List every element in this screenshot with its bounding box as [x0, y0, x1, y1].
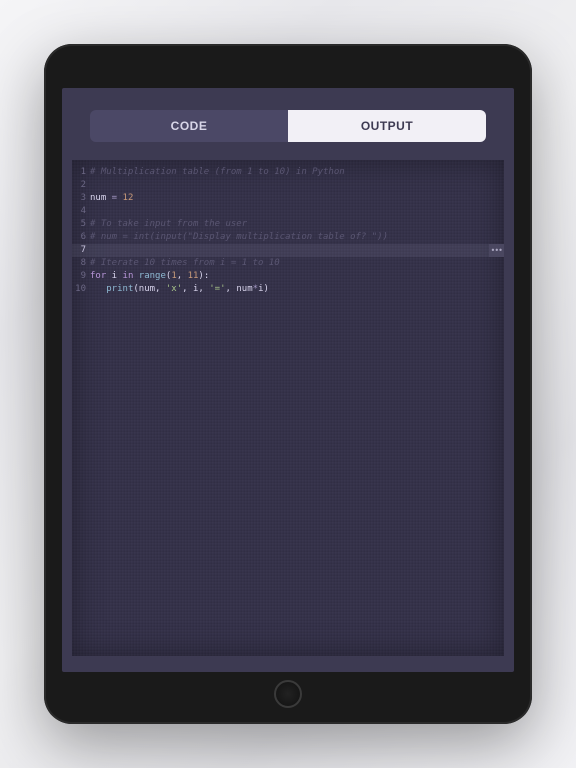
- line-number: 4: [72, 205, 90, 218]
- code-content: for i in range(1, 11):: [90, 270, 209, 283]
- tablet-frame: CODE OUTPUT 1# Multiplication table (fro…: [44, 44, 532, 724]
- code-content: # num = int(input("Display multiplicatio…: [90, 231, 388, 244]
- code-editor[interactable]: 1# Multiplication table (from 1 to 10) i…: [72, 160, 504, 656]
- tab-code[interactable]: CODE: [90, 110, 288, 142]
- line-number: 2: [72, 179, 90, 192]
- code-line[interactable]: 8# Iterate 10 times from i = 1 to 10: [72, 257, 504, 270]
- line-number: 10: [72, 283, 90, 296]
- code-line[interactable]: 1# Multiplication table (from 1 to 10) i…: [72, 166, 504, 179]
- code-line[interactable]: 5# To take input from the user: [72, 218, 504, 231]
- line-number: 1: [72, 166, 90, 179]
- line-number: 8: [72, 257, 90, 270]
- code-line[interactable]: 6# num = int(input("Display multiplicati…: [72, 231, 504, 244]
- tab-bar: CODE OUTPUT: [62, 88, 514, 154]
- line-number: 3: [72, 192, 90, 205]
- home-button[interactable]: [274, 680, 302, 708]
- code-content: print(num, 'x', i, '=', num*i): [90, 283, 269, 296]
- code-line[interactable]: 9for i in range(1, 11):: [72, 270, 504, 283]
- tab-output[interactable]: OUTPUT: [288, 110, 486, 142]
- line-number: 7: [72, 244, 90, 257]
- line-number: 5: [72, 218, 90, 231]
- code-line[interactable]: 2: [72, 179, 504, 192]
- line-number: 9: [72, 270, 90, 283]
- code-line[interactable]: 10 print(num, 'x', i, '=', num*i): [72, 283, 504, 296]
- code-line[interactable]: 3num = 12: [72, 192, 504, 205]
- line-number: 6: [72, 231, 90, 244]
- code-line[interactable]: 7: [72, 244, 504, 257]
- code-content: num = 12: [90, 192, 133, 205]
- code-content: # Multiplication table (from 1 to 10) in…: [90, 166, 345, 179]
- code-content: # To take input from the user: [90, 218, 247, 231]
- code-line[interactable]: 4: [72, 205, 504, 218]
- screen: CODE OUTPUT 1# Multiplication table (fro…: [62, 88, 514, 672]
- code-content: # Iterate 10 times from i = 1 to 10: [90, 257, 280, 270]
